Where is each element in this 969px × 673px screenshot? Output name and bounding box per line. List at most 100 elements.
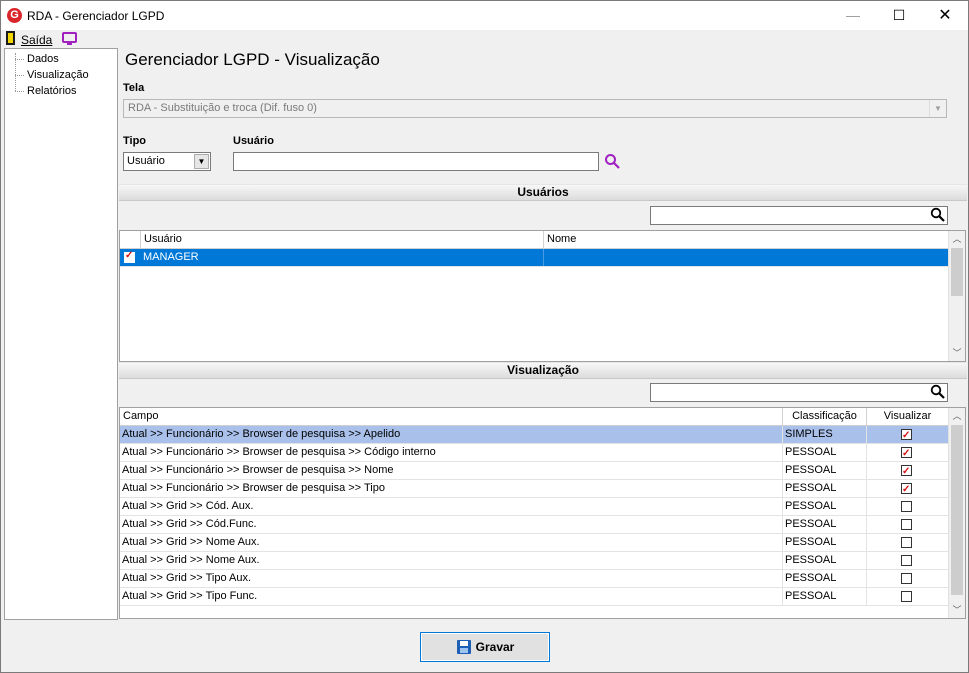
table-row[interactable]: Atual >> Funcionário >> Browser de pesqu… — [120, 462, 949, 480]
table-row[interactable]: MANAGER — [120, 249, 949, 267]
view-cell-campo: Atual >> Funcionário >> Browser de pesqu… — [120, 426, 783, 443]
view-cell-visualizar — [867, 588, 949, 605]
view-cell-campo: Atual >> Grid >> Cód.Func. — [120, 516, 783, 533]
view-cell-campo: Atual >> Grid >> Nome Aux. — [120, 552, 783, 569]
visualizar-checkbox[interactable] — [901, 445, 912, 461]
user-cell-nome — [544, 249, 949, 266]
users-grid-check-header — [120, 231, 141, 249]
screen-icon[interactable] — [62, 32, 77, 45]
users-grid-header-usuario[interactable]: Usuário — [141, 231, 544, 249]
table-row[interactable]: Atual >> Funcionário >> Browser de pesqu… — [120, 426, 949, 444]
visualizar-checkbox[interactable] — [901, 555, 912, 566]
tree-connector — [15, 91, 24, 92]
view-cell-visualizar — [867, 570, 949, 587]
view-cell-campo: Atual >> Grid >> Cód. Aux. — [120, 498, 783, 515]
table-row[interactable]: Atual >> Funcionário >> Browser de pesqu… — [120, 444, 949, 462]
view-cell-visualizar — [867, 534, 949, 551]
tree-connector — [15, 59, 24, 60]
title-bar: G RDA - Gerenciador LGPD — ☐ ✕ — [1, 1, 968, 30]
save-button-label: Gravar — [475, 640, 515, 654]
tree-connector — [15, 75, 24, 76]
view-section-header: Visualização — [119, 362, 967, 379]
view-grid: Campo Classificação Visualizar Atual >> … — [119, 407, 966, 619]
scrollbar-thumb[interactable] — [951, 425, 963, 595]
table-row[interactable]: Atual >> Grid >> Cód. Aux. PESSOAL — [120, 498, 949, 516]
visualizar-checkbox[interactable] — [901, 481, 912, 497]
view-grid-header-classificacao[interactable]: Classificação — [783, 408, 867, 426]
users-section-header: Usuários — [119, 184, 967, 201]
view-grid-scrollbar[interactable]: ︿ ﹀ — [948, 408, 965, 618]
visualizar-checkbox[interactable] — [901, 519, 912, 530]
chevron-down-icon[interactable]: ▼ — [194, 154, 209, 169]
user-row-checkbox[interactable] — [124, 250, 135, 263]
view-cell-visualizar — [867, 444, 949, 461]
table-row[interactable]: Atual >> Grid >> Cód.Func. PESSOAL — [120, 516, 949, 534]
tela-label: Tela — [123, 82, 145, 94]
view-cell-visualizar — [867, 498, 949, 515]
view-cell-visualizar — [867, 426, 949, 443]
users-grid-header-nome[interactable]: Nome — [544, 231, 949, 249]
view-cell-visualizar — [867, 480, 949, 497]
minimize-button[interactable]: — — [830, 1, 876, 30]
users-search-input[interactable] — [650, 206, 948, 225]
view-cell-classificacao: PESSOAL — [783, 534, 867, 551]
floppy-disk-icon — [457, 640, 471, 654]
users-grid-scrollbar[interactable]: ︿ ﹀ — [948, 231, 965, 361]
view-grid-header-campo[interactable]: Campo — [120, 408, 783, 426]
view-cell-campo: Atual >> Funcionário >> Browser de pesqu… — [120, 480, 783, 497]
tipo-label: Tipo — [123, 135, 147, 147]
view-cell-visualizar — [867, 552, 949, 569]
save-button[interactable]: Gravar — [420, 632, 550, 662]
visualizar-checkbox[interactable] — [901, 501, 912, 512]
tipo-select-value: Usuário — [127, 155, 165, 167]
scroll-down-icon[interactable]: ﹀ — [949, 602, 965, 618]
view-cell-campo: Atual >> Funcionário >> Browser de pesqu… — [120, 462, 783, 479]
search-icon[interactable] — [604, 153, 620, 169]
sidebar-item-relatorios[interactable]: Relatórios — [27, 85, 77, 97]
view-search-input[interactable] — [650, 383, 948, 402]
tela-select: RDA - Substituição e troca (Dif. fuso 0)… — [123, 99, 947, 118]
visualizar-checkbox[interactable] — [901, 537, 912, 548]
visualizar-checkbox[interactable] — [901, 573, 912, 584]
usuario-input[interactable] — [233, 152, 599, 171]
usuario-label: Usuário — [233, 135, 274, 147]
view-cell-classificacao: PESSOAL — [783, 462, 867, 479]
visualizar-checkbox[interactable] — [901, 427, 912, 443]
view-grid-header-visualizar[interactable]: Visualizar — [867, 408, 949, 426]
view-cell-classificacao: PESSOAL — [783, 552, 867, 569]
scrollbar-thumb[interactable] — [951, 248, 963, 296]
tipo-select[interactable]: Usuário ▼ — [123, 152, 211, 171]
view-cell-visualizar — [867, 516, 949, 533]
exit-button[interactable]: Saída — [21, 33, 52, 47]
table-row[interactable]: Atual >> Grid >> Tipo Aux. PESSOAL — [120, 570, 949, 588]
toolbar: Saída — [1, 30, 968, 48]
view-cell-campo: Atual >> Grid >> Tipo Aux. — [120, 570, 783, 587]
table-row[interactable]: Atual >> Grid >> Nome Aux. PESSOAL — [120, 534, 949, 552]
view-cell-classificacao: PESSOAL — [783, 444, 867, 461]
users-grid: Usuário Nome MANAGER ︿ ﹀ — [119, 230, 966, 362]
view-cell-classificacao: PESSOAL — [783, 588, 867, 605]
table-row[interactable]: Atual >> Funcionário >> Browser de pesqu… — [120, 480, 949, 498]
scroll-up-icon[interactable]: ︿ — [949, 408, 965, 424]
chevron-down-icon: ▼ — [929, 100, 946, 117]
scroll-up-icon[interactable]: ︿ — [949, 231, 965, 247]
sidebar-item-visualizacao[interactable]: Visualização — [27, 69, 89, 81]
table-row[interactable]: Atual >> Grid >> Tipo Func. PESSOAL — [120, 588, 949, 606]
view-cell-campo: Atual >> Funcionário >> Browser de pesqu… — [120, 444, 783, 461]
view-cell-campo: Atual >> Grid >> Tipo Func. — [120, 588, 783, 605]
exit-door-icon[interactable] — [6, 31, 15, 45]
view-cell-classificacao: PESSOAL — [783, 498, 867, 515]
maximize-button[interactable]: ☐ — [876, 1, 922, 30]
scroll-down-icon[interactable]: ﹀ — [949, 345, 965, 361]
sidebar-item-dados[interactable]: Dados — [27, 53, 59, 65]
view-cell-classificacao: SIMPLES — [783, 426, 867, 443]
table-row[interactable]: Atual >> Grid >> Nome Aux. PESSOAL — [120, 552, 949, 570]
search-icon[interactable] — [930, 384, 946, 400]
close-button[interactable]: ✕ — [922, 1, 968, 30]
app-window: G RDA - Gerenciador LGPD — ☐ ✕ Saída Dad… — [0, 0, 969, 673]
visualizar-checkbox[interactable] — [901, 591, 912, 602]
visualizar-checkbox[interactable] — [901, 463, 912, 479]
search-icon[interactable] — [930, 207, 946, 223]
view-cell-campo: Atual >> Grid >> Nome Aux. — [120, 534, 783, 551]
view-cell-classificacao: PESSOAL — [783, 516, 867, 533]
